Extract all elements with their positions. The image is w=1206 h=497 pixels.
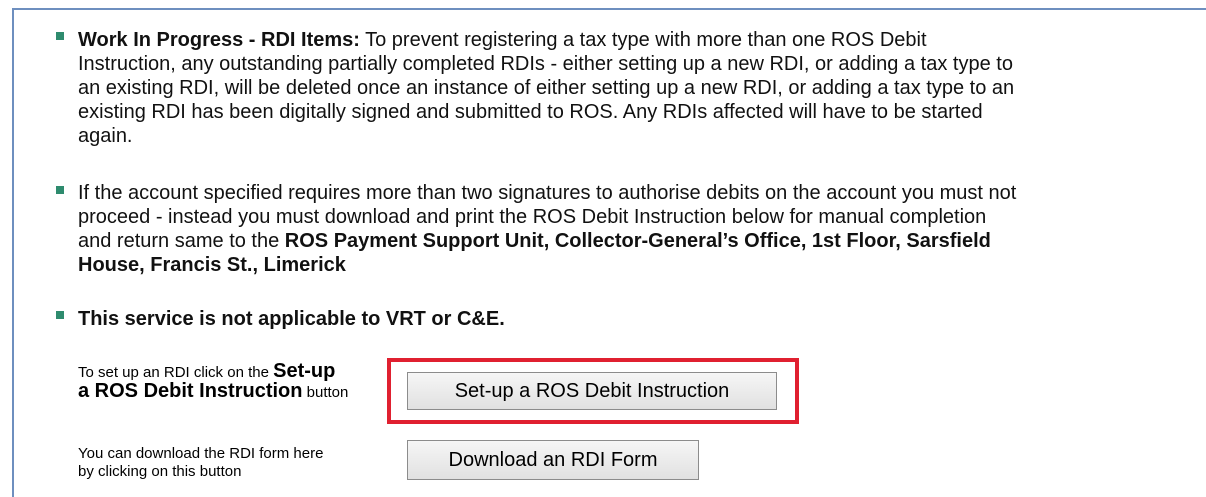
setup-instruction: To set up an RDI click on the Set-up a R…: [78, 360, 349, 402]
setup-rdi-button[interactable]: Set-up a ROS Debit Instruction: [407, 372, 777, 410]
setup-instruction-bold: a ROS Debit Instruction: [78, 380, 303, 402]
setup-instruction-text: button: [302, 384, 349, 401]
notice-text: and return same to the: [78, 230, 285, 252]
notice-not-applicable: This service is not applicable to VRT or…: [78, 307, 505, 331]
notice-text: an existing RDI, will be deleted once an…: [78, 77, 1015, 99]
notice-text: Instruction, any outstanding partially c…: [78, 53, 1013, 75]
notice-text: again.: [78, 125, 133, 147]
setup-instruction-text: To set up an RDI click on the: [78, 364, 274, 381]
notice-text: proceed - instead you must download and …: [78, 206, 987, 228]
notice-address: House, Francis St., Limerick: [78, 254, 346, 276]
content-frame: Work In Progress - RDI Items: To prevent…: [12, 8, 1206, 497]
download-rdi-form-button[interactable]: Download an RDI Form: [407, 440, 699, 480]
notice-heading: Work In Progress - RDI Items:: [78, 29, 360, 51]
bullet-marker-icon: [56, 32, 64, 40]
setup-instruction-bold: Set-up: [273, 360, 336, 382]
notice-text: To prevent registering a tax type with m…: [359, 29, 927, 51]
download-instruction: You can download the RDI form here by cl…: [78, 445, 323, 481]
notice-text: If the account specified requires more t…: [78, 182, 1017, 204]
notice-heading: This service is not applicable to VRT or…: [78, 308, 505, 330]
notice-signatures: If the account specified requires more t…: [78, 181, 1016, 277]
notice-address: ROS Payment Support Unit, Collector-Gene…: [284, 230, 991, 252]
download-instruction-text: You can download the RDI form here: [78, 445, 324, 462]
bullet-marker-icon: [56, 186, 64, 194]
notice-work-in-progress: Work In Progress - RDI Items: To prevent…: [78, 28, 1014, 148]
notice-text: existing RDI has been digitally signed a…: [78, 101, 983, 123]
bullet-marker-icon: [56, 311, 64, 319]
download-instruction-text: by clicking on this button: [78, 463, 242, 480]
